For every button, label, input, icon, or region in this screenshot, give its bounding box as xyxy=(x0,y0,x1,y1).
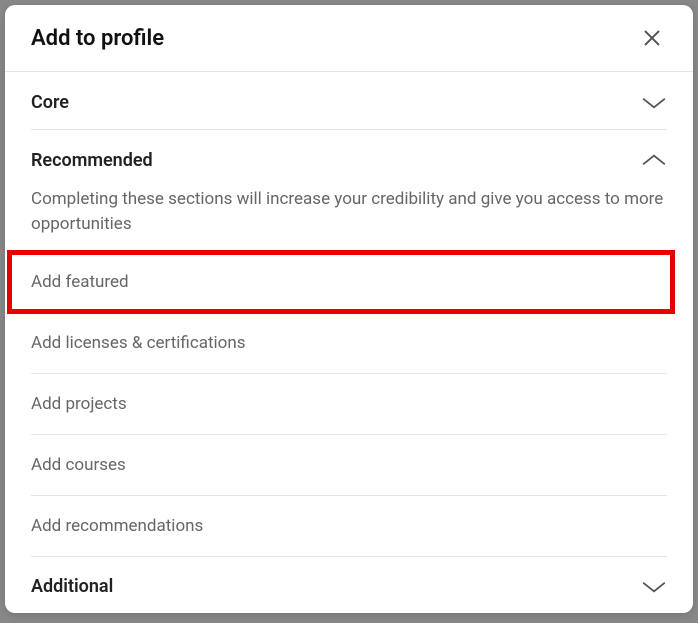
recommended-items-list: Add featured Add licenses & certificatio… xyxy=(31,252,667,556)
close-button[interactable] xyxy=(637,23,667,53)
chevron-up-icon xyxy=(641,152,667,168)
section-recommended-title: Recommended xyxy=(31,150,153,171)
section-additional-toggle[interactable]: Additional xyxy=(31,556,667,613)
add-recommendations-item[interactable]: Add recommendations xyxy=(31,496,667,556)
highlighted-item-wrap: Add featured xyxy=(31,252,667,312)
section-core-toggle[interactable]: Core xyxy=(31,72,667,129)
section-recommended-description: Completing these sections will increase … xyxy=(31,187,667,252)
modal-header: Add to profile xyxy=(5,5,693,72)
section-additional: Additional xyxy=(5,556,693,613)
add-featured-item[interactable]: Add featured xyxy=(31,252,667,312)
add-to-profile-modal: Add to profile Core Recommended Completi… xyxy=(5,5,693,613)
chevron-down-icon xyxy=(641,579,667,595)
close-icon xyxy=(641,27,663,49)
section-additional-title: Additional xyxy=(31,576,113,597)
section-core-title: Core xyxy=(31,92,69,113)
section-core: Core xyxy=(5,72,693,129)
add-courses-item[interactable]: Add courses xyxy=(31,435,667,495)
chevron-down-icon xyxy=(641,95,667,111)
section-recommended-toggle[interactable]: Recommended xyxy=(31,130,667,187)
section-recommended: Recommended Completing these sections wi… xyxy=(5,130,693,556)
add-projects-item[interactable]: Add projects xyxy=(31,374,667,434)
add-licenses-item[interactable]: Add licenses & certifications xyxy=(31,313,667,373)
modal-title: Add to profile xyxy=(31,26,164,51)
